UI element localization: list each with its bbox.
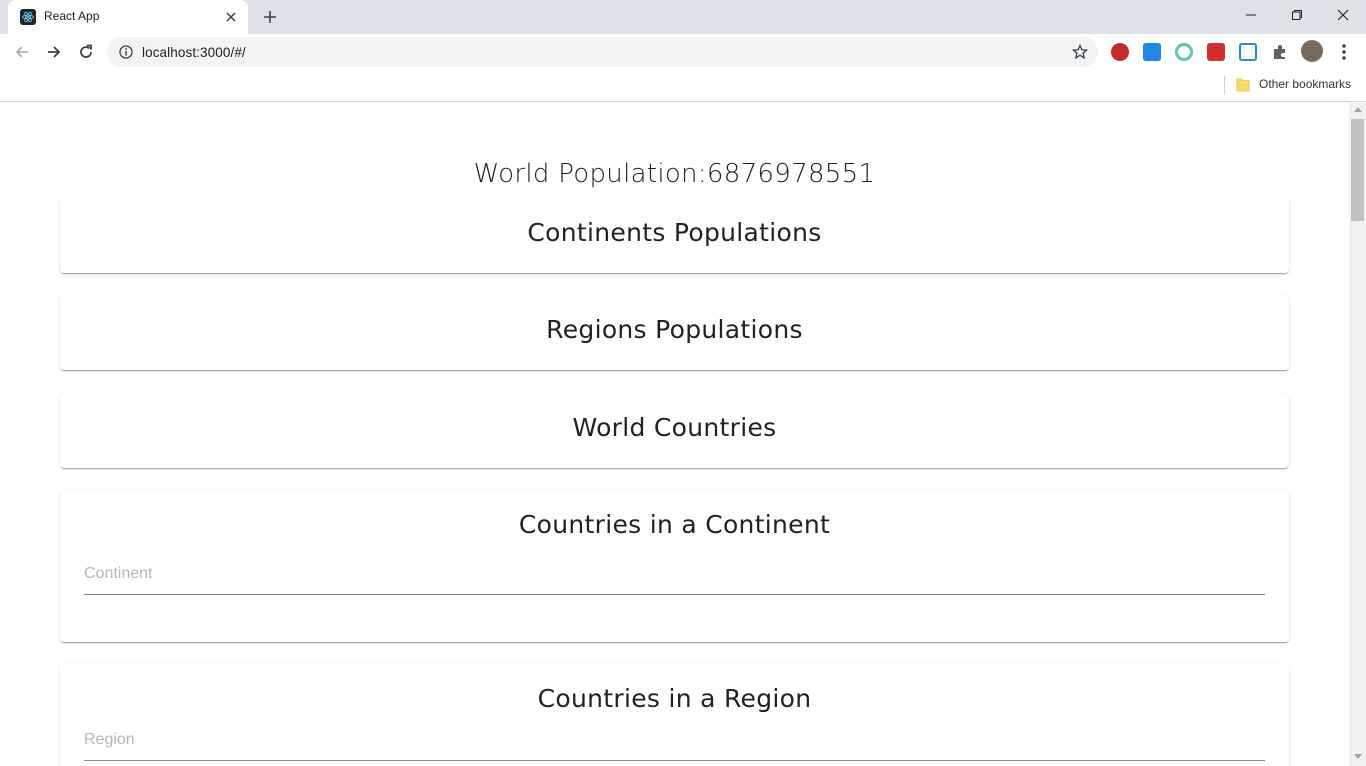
browser-tab[interactable]: React App [8,0,248,34]
countries-in-continent-card: Countries in a Continent Continent [60,490,1289,642]
scroll-up-icon[interactable] [1354,107,1362,112]
forward-icon[interactable] [41,39,67,65]
reload-icon[interactable] [73,39,99,65]
close-window-icon[interactable] [1320,0,1366,30]
ext-target-icon[interactable] [1175,43,1193,61]
back-icon[interactable] [9,39,35,65]
tab-strip: React App [0,0,1366,34]
page-viewport: World Population:6876978551 Continents P… [0,103,1349,766]
continents-populations-card[interactable]: Continents Populations [60,198,1289,273]
scroll-thumb[interactable] [1351,119,1364,221]
card-title: World Countries [572,413,777,442]
tab-title: React App [44,9,100,23]
ext-cast-icon[interactable] [1239,43,1257,61]
bookmarks-bar: Other bookmarks [0,70,1366,102]
url-text[interactable]: localhost:3000/#/ [142,45,246,60]
minimize-icon[interactable] [1228,0,1274,30]
region-input[interactable]: Region [60,728,1289,766]
bookmark-star-icon[interactable] [1072,44,1088,60]
card-title: Continents Populations [527,218,822,247]
close-tab-icon[interactable] [222,8,240,26]
other-bookmarks-link[interactable]: Other bookmarks [1259,77,1351,91]
vertical-scrollbar[interactable] [1349,103,1366,766]
scroll-down-icon[interactable] [1354,754,1362,759]
countries-in-region-card: Countries in a Region Region [60,664,1289,766]
folder-icon [1236,78,1250,92]
adblock-icon[interactable] [1111,43,1129,61]
info-icon[interactable] [119,45,133,59]
avatar[interactable] [1301,40,1323,62]
puzzle-icon[interactable] [1271,43,1289,61]
address-bar[interactable]: localhost:3000/#/ [107,37,1098,67]
card-title: Countries in a Region [537,684,812,713]
world-population-value: 6876978551 [706,159,876,189]
continent-placeholder: Continent [84,565,153,582]
continent-underline [84,594,1265,595]
world-countries-card[interactable]: World Countries [60,393,1289,468]
ext-red-icon[interactable] [1207,43,1225,61]
restore-icon[interactable] [1274,0,1320,30]
ext-pdf-icon[interactable] [1143,43,1161,61]
menu-kebab-icon[interactable] [1336,42,1352,62]
browser-toolbar: localhost:3000/#/ [0,34,1366,70]
new-tab-icon[interactable] [258,6,282,28]
world-population-label: World Population: [473,159,707,189]
react-favicon-icon [20,9,36,25]
region-underline [84,760,1265,761]
regions-populations-card[interactable]: Regions Populations [60,295,1289,370]
card-title: Regions Populations [546,315,803,344]
bookmarks-separator [1224,76,1225,94]
card-title: Countries in a Continent [518,510,831,539]
region-placeholder: Region [84,731,135,748]
world-population-heading: World Population:6876978551 [0,159,1349,189]
continent-input[interactable]: Continent [60,560,1289,600]
